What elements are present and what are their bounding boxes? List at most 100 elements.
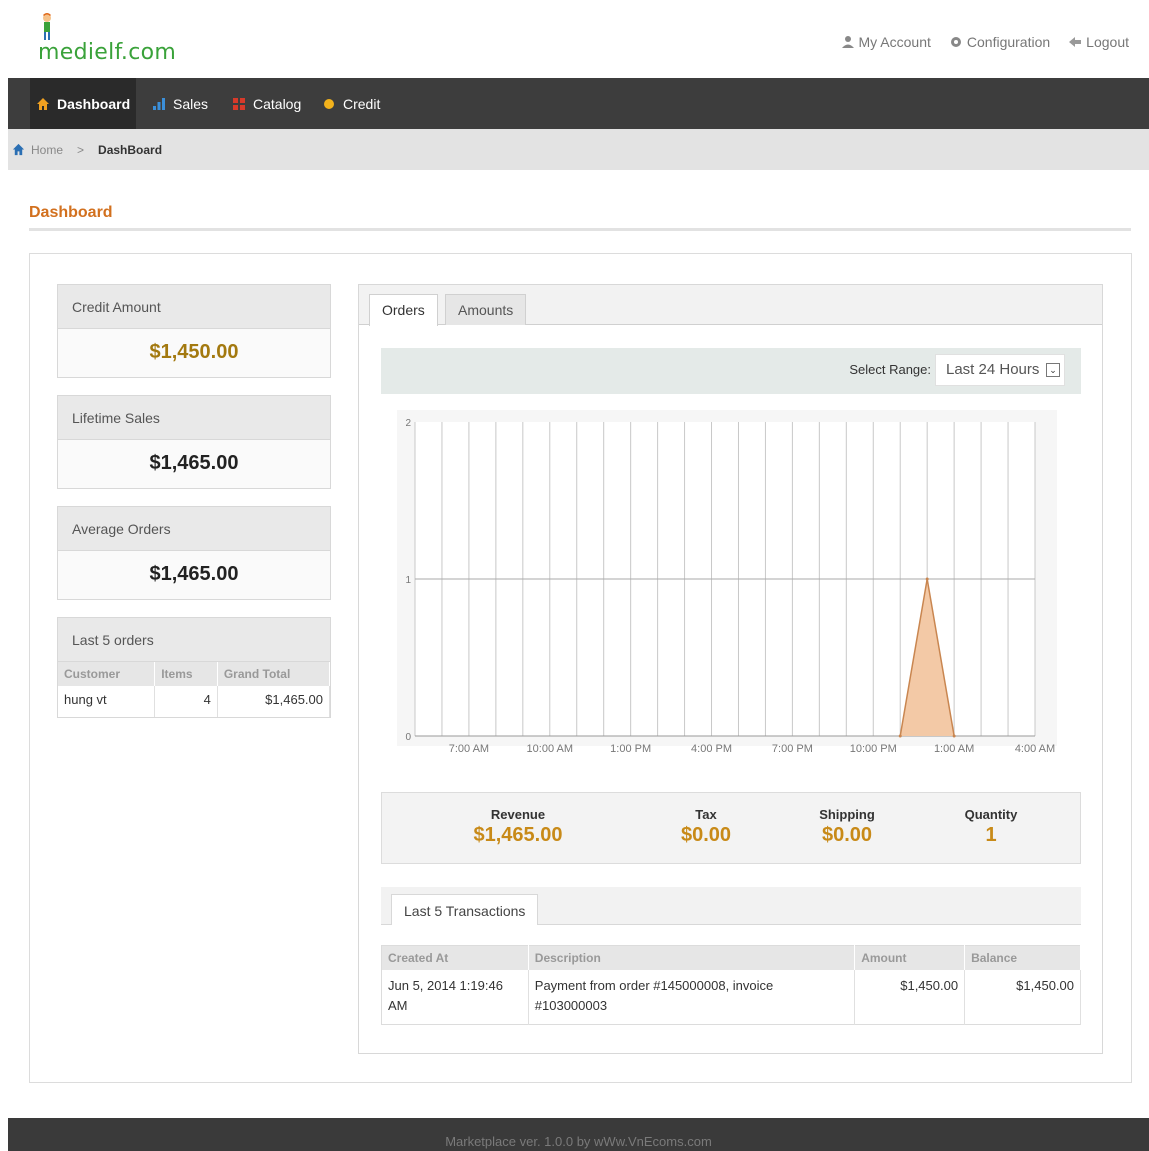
column-header-grand-total[interactable]: Grand Total [217, 662, 331, 686]
column-header-items[interactable]: Items [154, 662, 218, 686]
nav-label-catalog: Catalog [253, 95, 302, 112]
table-row[interactable]: hung vt 4 $1,465.00 [58, 686, 331, 717]
chart-panel: Orders Amounts Select Range: Last 24 Hou… [358, 284, 1103, 1054]
configuration-link[interactable]: Configuration [949, 34, 1050, 50]
credit-amount-label: Credit Amount [58, 285, 330, 329]
catalog-icon [233, 97, 245, 110]
stat-shipping-value: $0.00 [821, 824, 873, 846]
logout-link[interactable]: Logout [1068, 34, 1129, 50]
x-tick-label: 1:00 PM [610, 743, 651, 755]
nav-item-catalog[interactable]: Catalog [226, 78, 307, 129]
average-orders-label: Average Orders [58, 507, 330, 551]
y-tick-label: 1 [405, 575, 411, 586]
table-row[interactable]: Jun 5, 2014 1:19:46 AM Payment from orde… [381, 970, 1081, 1025]
stat-tax: Tax $0.00 [636, 807, 776, 847]
gear-icon [950, 37, 961, 47]
order-customer: hung vt [58, 686, 156, 717]
transactions-tabs: Last 5 Transactions [381, 887, 1081, 925]
range-selected-value: Last 24 Hours [946, 361, 1040, 378]
stat-revenue: Revenue $1,465.00 [448, 807, 588, 847]
orders-chart: 0 1 2 7:00 AM 10:00 AM 1:00 PM 4:00 PM 7:00 PM 1… [397, 410, 1057, 755]
logo-text: medielf.com [38, 40, 177, 65]
column-header-description[interactable]: Description [528, 945, 856, 970]
user-icon [841, 36, 854, 48]
tx-amount: $1,450.00 [854, 970, 966, 1025]
tab-last-transactions[interactable]: Last 5 Transactions [391, 894, 539, 925]
nav-item-credit[interactable]: Credit [316, 78, 386, 129]
tx-description: Payment from order #145000008, invoice #… [528, 970, 856, 1025]
top-links: My Account Configuration Logout [841, 34, 1129, 50]
breadcrumb-current: DashBoard [98, 142, 163, 157]
x-tick-label: 10:00 PM [850, 743, 897, 755]
column-header-balance[interactable]: Balance [964, 945, 1081, 970]
data-point [898, 734, 902, 738]
home-icon [37, 97, 49, 110]
stat-tax-label: Tax [695, 807, 717, 822]
tab-amounts[interactable]: Amounts [445, 294, 527, 325]
lifetime-sales-value: $1,465.00 [149, 452, 239, 474]
stat-quantity-value: 1 [985, 824, 997, 846]
breadcrumb-separator: > [77, 142, 85, 157]
nav-item-sales[interactable]: Sales [146, 78, 214, 129]
average-orders-widget: Average Orders $1,465.00 [57, 506, 331, 600]
footer: Marketplace ver. 1.0.0 by wWw.VnEcoms.co… [8, 1118, 1149, 1151]
order-grand-total: $1,465.00 [217, 686, 331, 717]
chart-tabs: Orders Amounts [359, 285, 1102, 326]
logo[interactable]: medielf.com [30, 12, 190, 72]
stat-shipping: Shipping $0.00 [777, 807, 917, 847]
x-tick-label: 4:00 PM [691, 743, 732, 755]
logout-label: Logout [1086, 34, 1129, 50]
main-navbar: Dashboard Sales Catalog Credit [8, 78, 1149, 129]
bar-chart-icon [153, 97, 165, 110]
chevron-down-icon: ⌄ [1046, 363, 1060, 377]
breadcrumb-home[interactable]: Home [12, 143, 63, 157]
stat-quantity-label: Quantity [964, 807, 1018, 822]
x-tick-label: 10:00 AM [527, 743, 573, 755]
column-header-created-at[interactable]: Created At [381, 945, 529, 970]
tx-created-at: Jun 5, 2014 1:19:46 AM [381, 970, 529, 1025]
header: medielf.com My Account Configuration Log… [8, 0, 1141, 78]
home-icon [12, 143, 25, 156]
stats-bar: Revenue $1,465.00 Tax $0.00 Shipping $0.… [381, 792, 1081, 864]
data-point [925, 577, 929, 581]
range-label: Select Range: [849, 362, 931, 377]
stat-tax-value: $0.00 [680, 824, 732, 846]
title-divider [29, 228, 1131, 231]
my-account-link[interactable]: My Account [841, 34, 931, 50]
nav-label-sales: Sales [173, 95, 209, 112]
footer-text: Marketplace ver. 1.0.0 by wWw.VnEcoms.co… [445, 1134, 712, 1149]
breadcrumb: Home > DashBoard [8, 129, 1149, 170]
stat-quantity: Quantity 1 [921, 807, 1061, 847]
x-tick-label: 7:00 PM [772, 743, 813, 755]
nav-label-dashboard: Dashboard [57, 95, 131, 112]
credit-dot-icon [324, 98, 334, 109]
last-orders-widget: Last 5 orders Customer Items Grand Total… [57, 617, 331, 718]
nav-label-credit: Credit [343, 95, 381, 112]
breadcrumb-home-label: Home [31, 142, 64, 157]
tx-balance: $1,450.00 [964, 970, 1081, 1025]
y-tick-label: 0 [405, 732, 411, 743]
x-tick-label: 7:00 AM [449, 743, 489, 755]
range-bar: Select Range: Last 24 Hours ⌄ [381, 348, 1081, 394]
stat-shipping-label: Shipping [819, 807, 875, 822]
page-title: Dashboard [29, 204, 113, 221]
column-header-customer[interactable]: Customer [58, 662, 156, 686]
stat-revenue-label: Revenue [490, 807, 546, 822]
lifetime-sales-widget: Lifetime Sales $1,465.00 [57, 395, 331, 489]
stat-revenue-value: $1,465.00 [473, 824, 563, 846]
last-orders-label: Last 5 orders [58, 618, 330, 662]
nav-item-dashboard[interactable]: Dashboard [30, 78, 137, 129]
tab-orders[interactable]: Orders [369, 294, 438, 326]
data-point [952, 734, 956, 738]
last-orders-table: Customer Items Grand Total hung vt 4 $1,… [58, 662, 331, 717]
lifetime-sales-label: Lifetime Sales [58, 396, 330, 440]
column-header-amount[interactable]: Amount [854, 945, 966, 970]
range-select[interactable]: Last 24 Hours ⌄ [935, 354, 1065, 386]
credit-amount-widget: Credit Amount $1,450.00 [57, 284, 331, 378]
credit-amount-value: $1,450.00 [149, 341, 239, 363]
x-tick-label: 1:00 AM [934, 743, 974, 755]
x-tick-label: 4:00 AM [1015, 743, 1055, 755]
configuration-label: Configuration [966, 34, 1051, 50]
logout-arrow-icon [1069, 37, 1082, 47]
y-tick-label: 2 [405, 418, 411, 429]
